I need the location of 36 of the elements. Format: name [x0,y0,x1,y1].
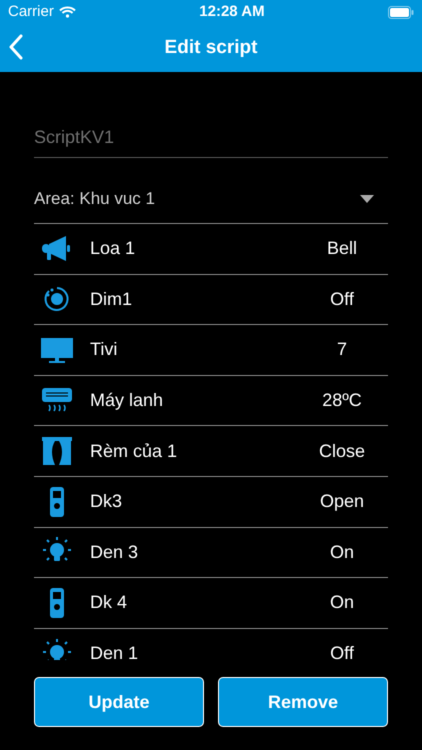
wifi-icon [58,6,76,18]
area-dropdown[interactable]: Area: Khu vuc 1 [34,174,388,224]
clock-label: 12:28 AM [199,2,265,22]
back-chevron-icon [8,34,24,60]
battery-icon [388,6,414,18]
device-row[interactable]: Máy lanh 28ºC [34,376,388,426]
device-value: Off [329,288,355,311]
device-name: Den 1 [90,642,138,660]
device-row[interactable]: Loa 1 Bell [34,224,388,275]
device-name: Máy lanh [90,389,164,412]
carrier-label: Carrier [8,2,54,22]
device-name: Dk3 [90,490,122,514]
device-value: Off [329,642,355,660]
device-row[interactable]: Dk 4 On [34,578,388,629]
script-name-field[interactable]: ScriptKV1 [34,118,388,158]
device-name: Dim1 [90,288,132,311]
device-name: Dk 4 [90,591,128,614]
device-row[interactable]: Tivi 7 [34,325,388,376]
device-value: 7 [336,338,348,362]
device-value: On [328,591,355,614]
device-value: Bell [326,237,358,260]
screen-title: Edit script [164,36,258,60]
device-value: 28ºC [321,389,363,412]
device-name: Den 3 [90,540,138,564]
dropdown-caret-icon [360,194,374,202]
device-value: Open [318,490,366,514]
device-row[interactable]: Dk3 Open [34,476,388,528]
device-name: Tivi [90,338,118,362]
device-name: Loa 1 [90,237,136,260]
device-row[interactable]: Rèm của 1 Close [34,426,388,477]
device-row[interactable]: Den 3 On [34,528,388,578]
device-row[interactable]: Dim1 Off [34,274,388,326]
back-button[interactable] [8,34,24,60]
device-value: On [328,540,355,564]
device-name: Rèm của 1 [90,440,178,463]
device-value: Close [318,440,366,463]
